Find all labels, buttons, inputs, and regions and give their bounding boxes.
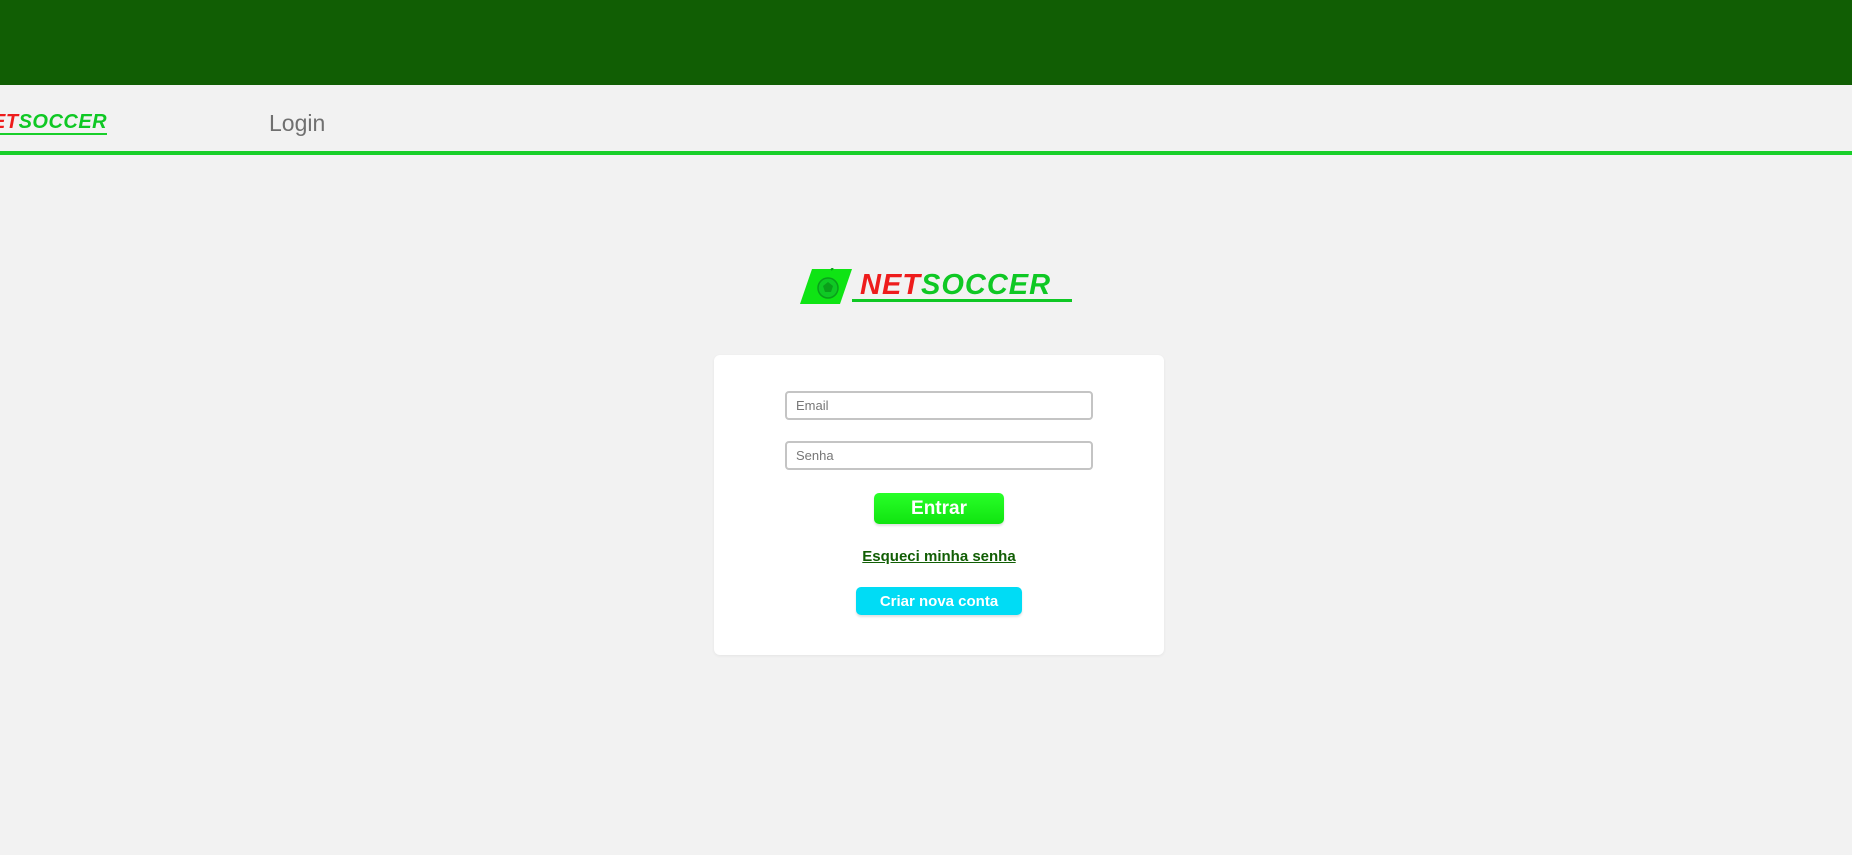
brand-green-text: SOCCER: [921, 269, 1052, 301]
soccer-ball-icon: [800, 268, 852, 304]
top-bar: [0, 0, 1852, 85]
login-button[interactable]: Entrar: [874, 493, 1004, 524]
forgot-password-link[interactable]: Esqueci minha senha: [714, 548, 1164, 565]
page-title: Login: [269, 110, 326, 136]
password-field[interactable]: [785, 441, 1093, 470]
brand-underline: [852, 299, 1072, 302]
brand-logo: NETSOCCER: [800, 262, 1080, 308]
brand-wordmark: NETSOCCER: [860, 270, 1051, 300]
navbar-logo[interactable]: ETSOCCER: [0, 111, 108, 135]
navbar: ETSOCCER Login: [0, 85, 1852, 155]
brand-red-text: NET: [860, 269, 921, 301]
login-card: Entrar Esqueci minha senha Criar nova co…: [714, 355, 1164, 655]
navbar-logo-red-text: ET: [0, 111, 19, 133]
navbar-logo-green-text: SOCCER: [18, 111, 108, 133]
create-account-button[interactable]: Criar nova conta: [856, 587, 1022, 615]
email-field[interactable]: [785, 391, 1093, 420]
